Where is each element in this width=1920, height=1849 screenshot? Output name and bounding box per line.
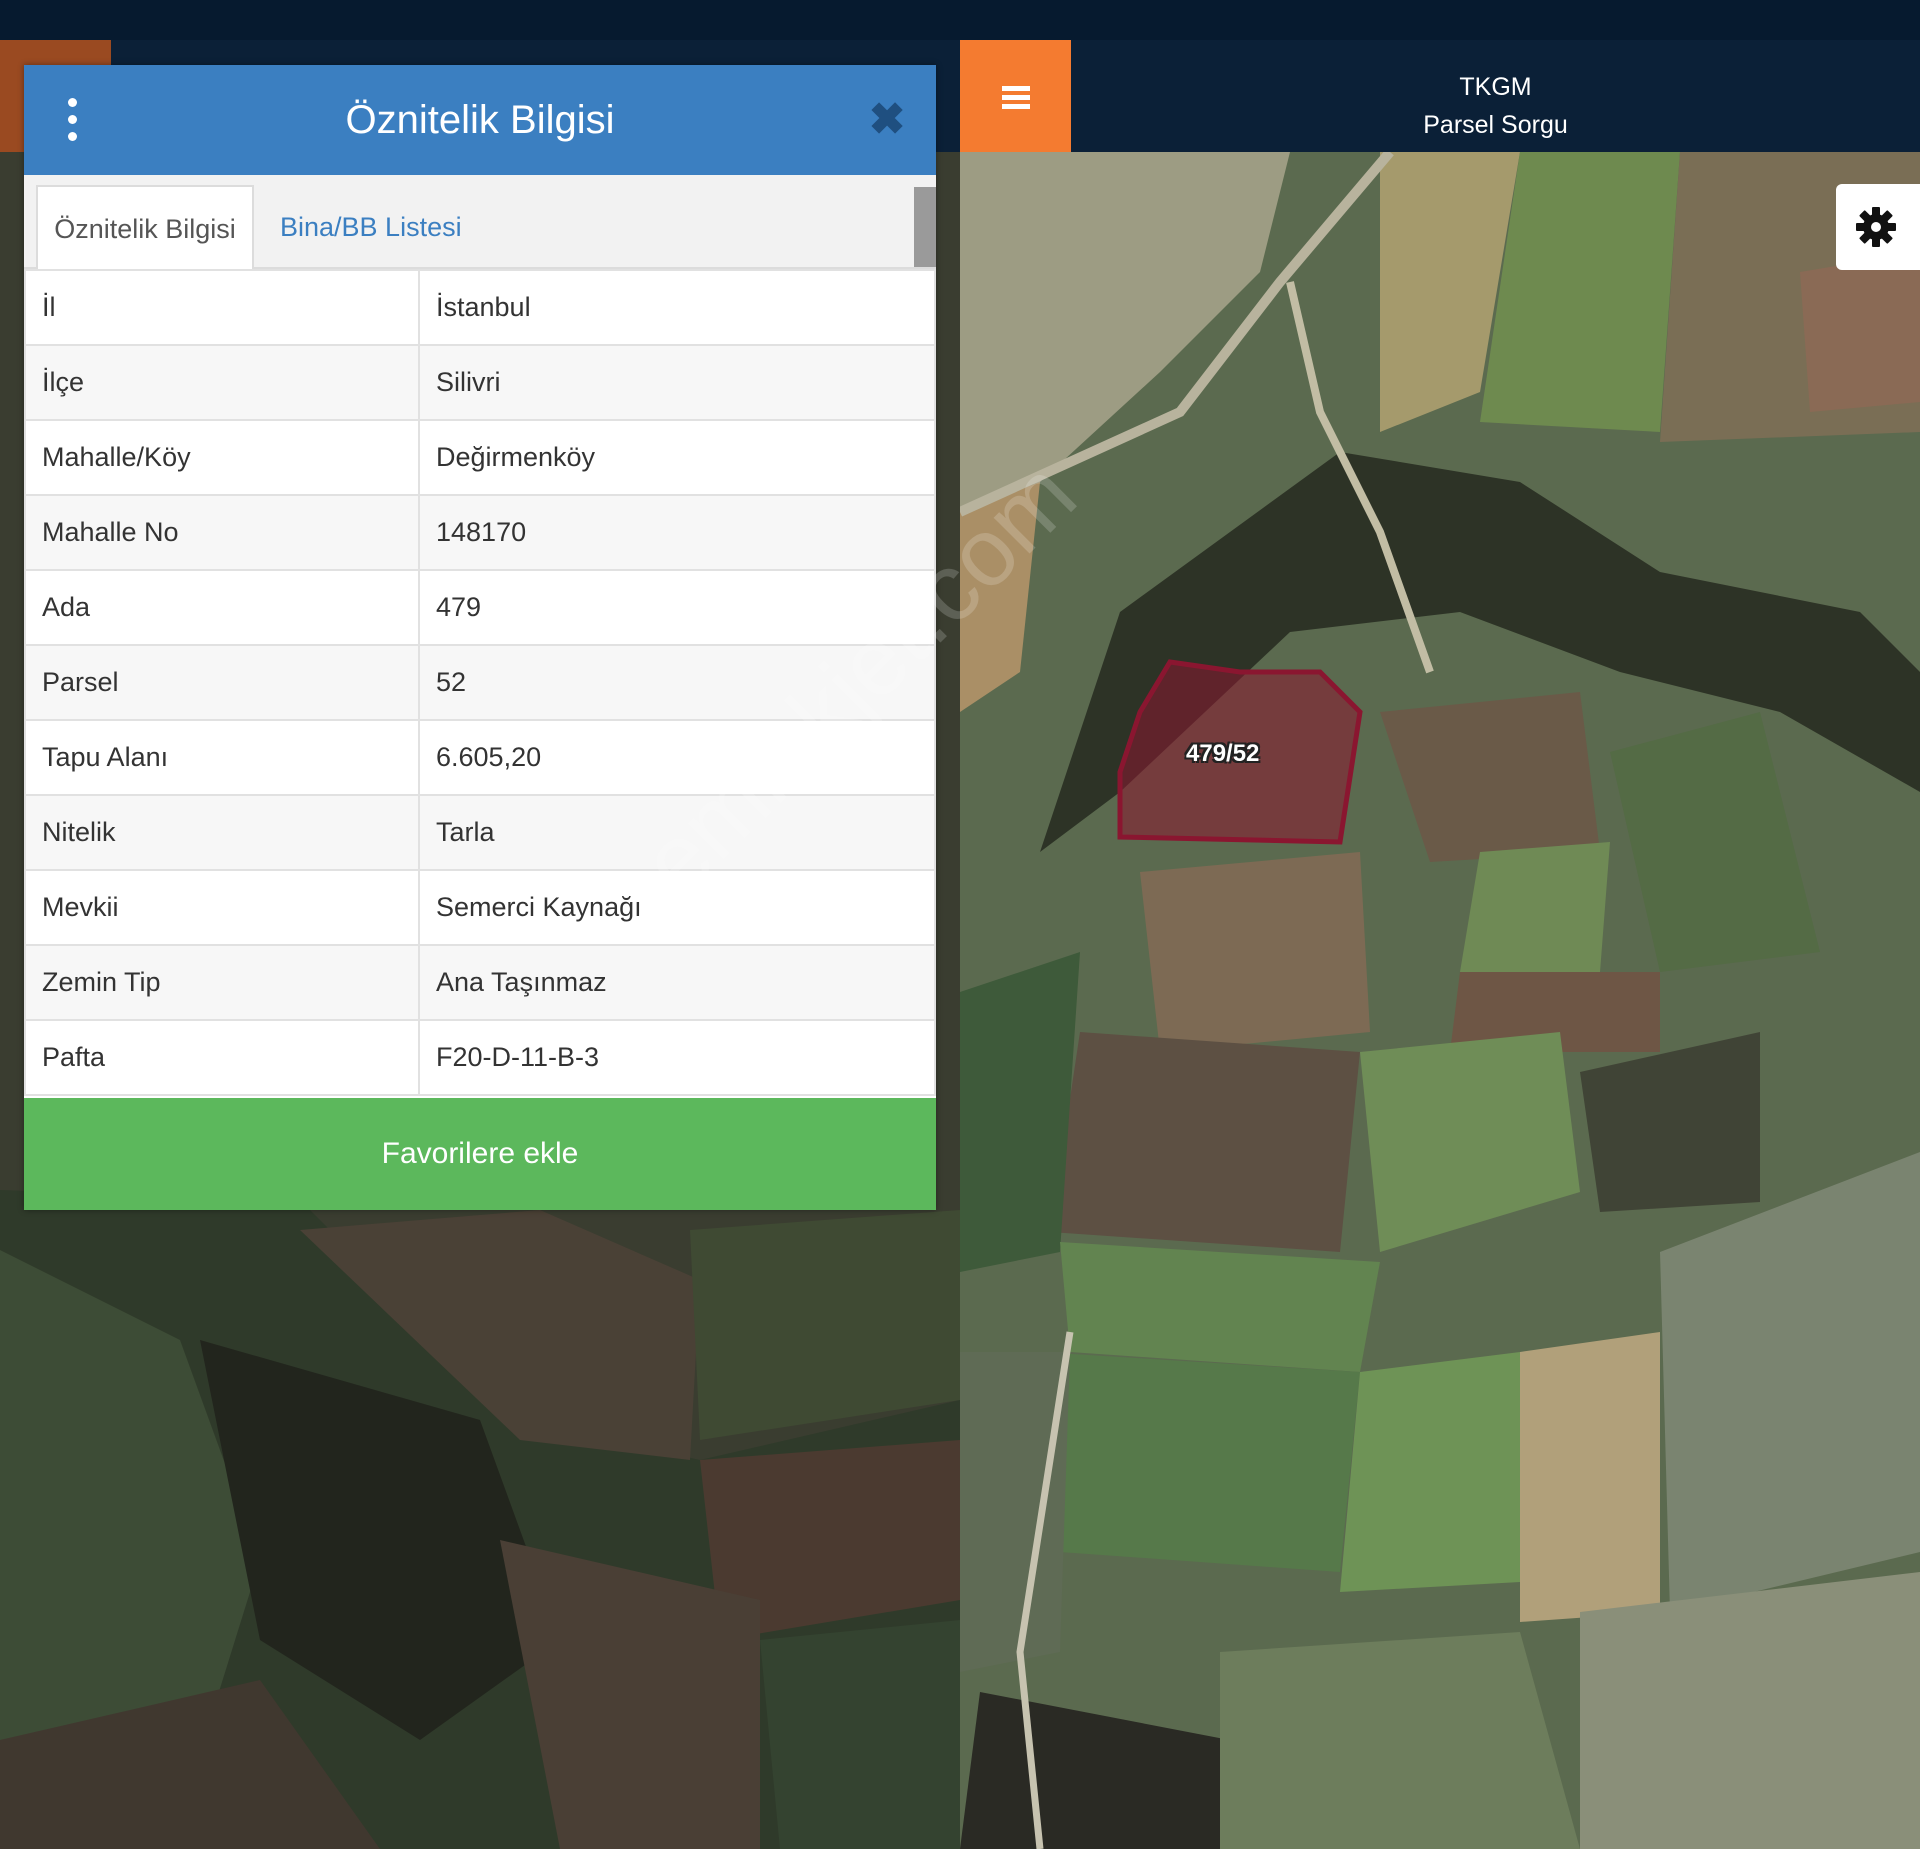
- close-icon[interactable]: ✖: [862, 95, 912, 145]
- table-row: Mahalle/Köy Değirmenköy: [24, 419, 936, 496]
- parcel-label: 479/52: [1186, 740, 1260, 767]
- dialog-title: Öznitelik Bilgisi: [345, 98, 615, 142]
- dialog-header: Öznitelik Bilgisi ✖: [24, 65, 936, 175]
- tab-bina-bb-listesi[interactable]: Bina/BB Listesi: [280, 185, 462, 269]
- app-title: TKGM Parsel Sorgu: [1071, 68, 1920, 144]
- table-row: Ada 479: [24, 569, 936, 646]
- row-key: Mevkii: [24, 869, 420, 946]
- row-value: 148170: [418, 494, 936, 571]
- status-bar: [0, 0, 1920, 40]
- attribute-table: İl İstanbul İlçe Silivri Mahalle/Köy Değirm…: [24, 269, 936, 1096]
- row-key: Mahalle/Köy: [24, 419, 420, 496]
- app-header: TKGM Parsel Sorgu: [1071, 40, 1920, 152]
- app-title-line1: TKGM: [1459, 73, 1532, 101]
- row-key: İl: [24, 269, 420, 346]
- row-key: Parsel: [24, 644, 420, 721]
- row-key: Zemin Tip: [24, 944, 420, 1021]
- table-row: Mevkii Semerci Kaynağı: [24, 869, 936, 946]
- row-key: Pafta: [24, 1019, 420, 1096]
- table-row: Nitelik Tarla: [24, 794, 936, 871]
- row-value: 479: [418, 569, 936, 646]
- table-row: Zemin Tip Ana Taşınmaz: [24, 944, 936, 1021]
- add-to-favorites-button[interactable]: Favorilere ekle: [24, 1098, 936, 1210]
- row-value: Semerci Kaynağı: [418, 869, 936, 946]
- row-value: Ana Taşınmaz: [418, 944, 936, 1021]
- table-row: İl İstanbul: [24, 269, 936, 346]
- gear-icon: [1856, 207, 1896, 247]
- settings-button[interactable]: [1836, 184, 1920, 270]
- table-row: Pafta F20-D-11-B-3: [24, 1019, 936, 1096]
- row-key: Tapu Alanı: [24, 719, 420, 796]
- table-row: Parsel 52: [24, 644, 936, 721]
- app-title-line2: Parsel Sorgu: [1423, 111, 1568, 139]
- attribute-dialog: Öznitelik Bilgisi ✖ Öznitelik Bilgisi Bi…: [24, 65, 936, 1210]
- row-value: 6.605,20: [418, 719, 936, 796]
- table-row: İlçe Silivri: [24, 344, 936, 421]
- table-row: Tapu Alanı 6.605,20: [24, 719, 936, 796]
- tab-bar: Öznitelik Bilgisi Bina/BB Listesi: [24, 175, 936, 269]
- row-value: İstanbul: [418, 269, 936, 346]
- satellite-map[interactable]: [960, 152, 1920, 1849]
- row-value: Değirmenköy: [418, 419, 936, 496]
- scrollbar[interactable]: [914, 187, 936, 267]
- row-key: Ada: [24, 569, 420, 646]
- row-key: İlçe: [24, 344, 420, 421]
- row-value: Tarla: [418, 794, 936, 871]
- hamburger-icon[interactable]: [960, 40, 1071, 152]
- row-key: Nitelik: [24, 794, 420, 871]
- tab-oznitelik-bilgisi[interactable]: Öznitelik Bilgisi: [36, 185, 254, 269]
- row-value: 52: [418, 644, 936, 721]
- row-value: Silivri: [418, 344, 936, 421]
- table-row: Mahalle No 148170: [24, 494, 936, 571]
- map-pane: [960, 40, 1920, 1849]
- row-key: Mahalle No: [24, 494, 420, 571]
- row-value: F20-D-11-B-3: [418, 1019, 936, 1096]
